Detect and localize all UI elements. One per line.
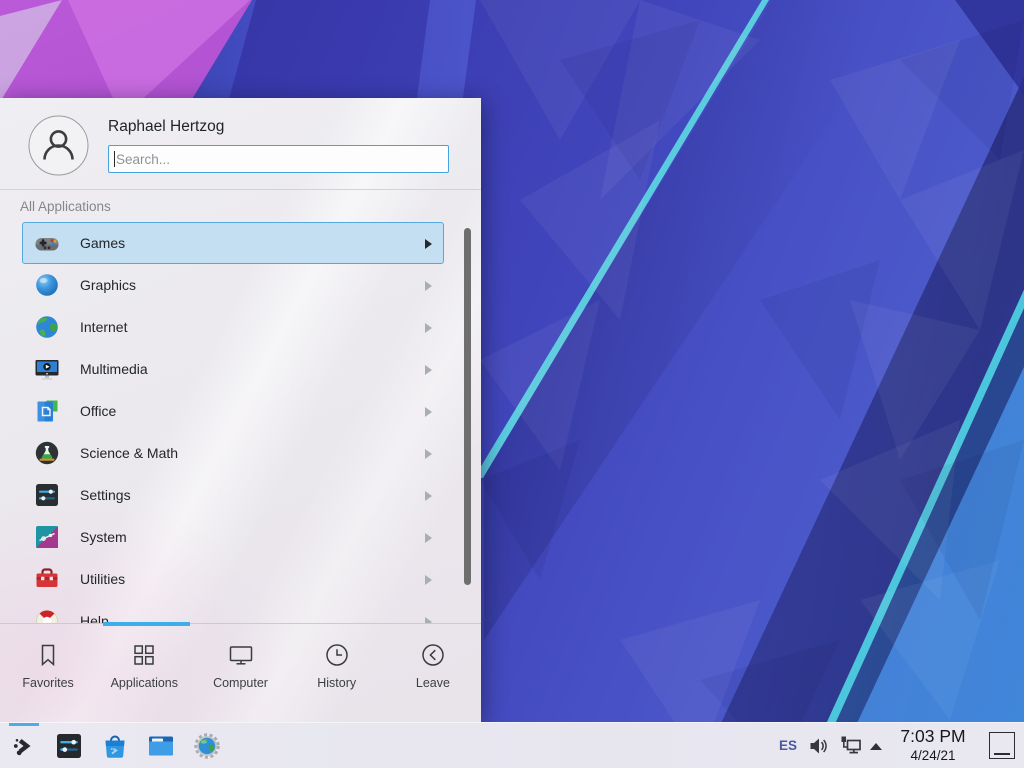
menu-item-graphics[interactable]: Graphics <box>22 264 444 306</box>
taskbar-app-system-settings[interactable] <box>54 731 84 761</box>
clock-time: 7:03 PM <box>895 726 971 747</box>
menu-item-multimedia[interactable]: Multimedia <box>22 348 444 390</box>
menu-tab-bar: Favorites Applications Computer History Leav… <box>0 624 481 722</box>
science-icon <box>33 439 61 467</box>
digital-clock[interactable]: 7:03 PM 4/24/21 <box>895 726 971 764</box>
menu-item-games[interactable]: Games <box>22 222 444 264</box>
menu-item-label: Science & Math <box>80 445 178 461</box>
tab-label: Applications <box>111 676 178 690</box>
menu-item-label: Graphics <box>80 277 136 293</box>
history-icon <box>323 641 351 669</box>
active-tab-indicator <box>103 622 190 626</box>
internet-icon <box>33 313 61 341</box>
taskbar: ES 7:03 PM 4/24/21 <box>0 722 1024 768</box>
tab-label: Favorites <box>22 676 73 690</box>
favorites-icon <box>34 641 62 669</box>
menu-item-internet[interactable]: Internet <box>22 306 444 348</box>
submenu-arrow-icon <box>425 449 432 459</box>
tab-label: Computer <box>213 676 268 690</box>
tab-computer[interactable]: Computer <box>192 624 288 722</box>
utilities-icon <box>33 565 61 593</box>
clock-date: 4/24/21 <box>895 747 971 764</box>
taskbar-app-file-manager[interactable] <box>146 731 176 761</box>
taskbar-app-discover[interactable] <box>100 731 130 761</box>
multimedia-icon <box>33 355 61 383</box>
submenu-arrow-icon <box>425 575 432 585</box>
menu-header: Raphael Hertzog Search... <box>0 98 481 190</box>
desktop: Raphael Hertzog Search... All Applicatio… <box>0 0 1024 768</box>
submenu-arrow-icon <box>425 491 432 501</box>
menu-item-help[interactable]: Help <box>22 600 444 623</box>
menu-item-settings[interactable]: Settings <box>22 474 444 516</box>
section-label: All Applications <box>20 199 111 214</box>
leave-icon <box>419 641 447 669</box>
menu-item-label: Office <box>80 403 116 419</box>
tab-applications[interactable]: Applications <box>96 624 192 722</box>
office-icon <box>33 397 61 425</box>
menu-item-system[interactable]: System <box>22 516 444 558</box>
submenu-arrow-icon <box>425 533 432 543</box>
taskbar-app-web-browser[interactable] <box>192 731 222 761</box>
submenu-arrow-icon <box>425 239 432 249</box>
menu-item-utilities[interactable]: Utilities <box>22 558 444 600</box>
volume-icon[interactable] <box>809 736 830 756</box>
tab-label: Leave <box>416 676 450 690</box>
applications-icon <box>130 641 158 669</box>
user-avatar-icon[interactable] <box>28 115 89 176</box>
system-icon <box>33 523 61 551</box>
expand-caret-icon[interactable] <box>869 742 883 751</box>
scrollbar[interactable] <box>464 228 471 585</box>
tab-history[interactable]: History <box>289 624 385 722</box>
submenu-arrow-icon <box>425 407 432 417</box>
tab-leave[interactable]: Leave <box>385 624 481 722</box>
network-icon[interactable] <box>839 734 863 758</box>
tab-label: History <box>317 676 356 690</box>
menu-item-label: Games <box>80 235 125 251</box>
submenu-arrow-icon <box>425 365 432 375</box>
menu-item-label: Settings <box>80 487 131 503</box>
header-separator <box>0 189 481 190</box>
search-placeholder: Search... <box>116 152 170 167</box>
menu-item-science-math[interactable]: Science & Math <box>22 432 444 474</box>
graphics-icon <box>33 271 61 299</box>
show-desktop-button[interactable] <box>989 732 1015 759</box>
menu-item-label: Multimedia <box>80 361 148 377</box>
taskbar-app-application-launcher[interactable] <box>9 731 39 761</box>
active-task-indicator <box>9 723 39 726</box>
app-category-list: Games Graphics Internet Multimedia Office Sci… <box>0 222 460 623</box>
text-cursor <box>114 151 115 167</box>
user-name: Raphael Hertzog <box>108 118 224 136</box>
menu-item-label: Utilities <box>80 571 125 587</box>
menu-item-label: System <box>80 529 127 545</box>
search-input[interactable]: Search... <box>108 145 449 173</box>
submenu-arrow-icon <box>425 281 432 291</box>
tab-favorites[interactable]: Favorites <box>0 624 96 722</box>
keyboard-layout-indicator[interactable]: ES <box>779 723 797 768</box>
submenu-arrow-icon <box>425 323 432 333</box>
games-icon <box>33 229 61 257</box>
menu-item-office[interactable]: Office <box>22 390 444 432</box>
application-launcher-menu: Raphael Hertzog Search... All Applicatio… <box>0 98 481 722</box>
menu-item-label: Internet <box>80 319 127 335</box>
help-icon <box>33 607 61 623</box>
settings-icon <box>33 481 61 509</box>
computer-icon <box>227 641 255 669</box>
